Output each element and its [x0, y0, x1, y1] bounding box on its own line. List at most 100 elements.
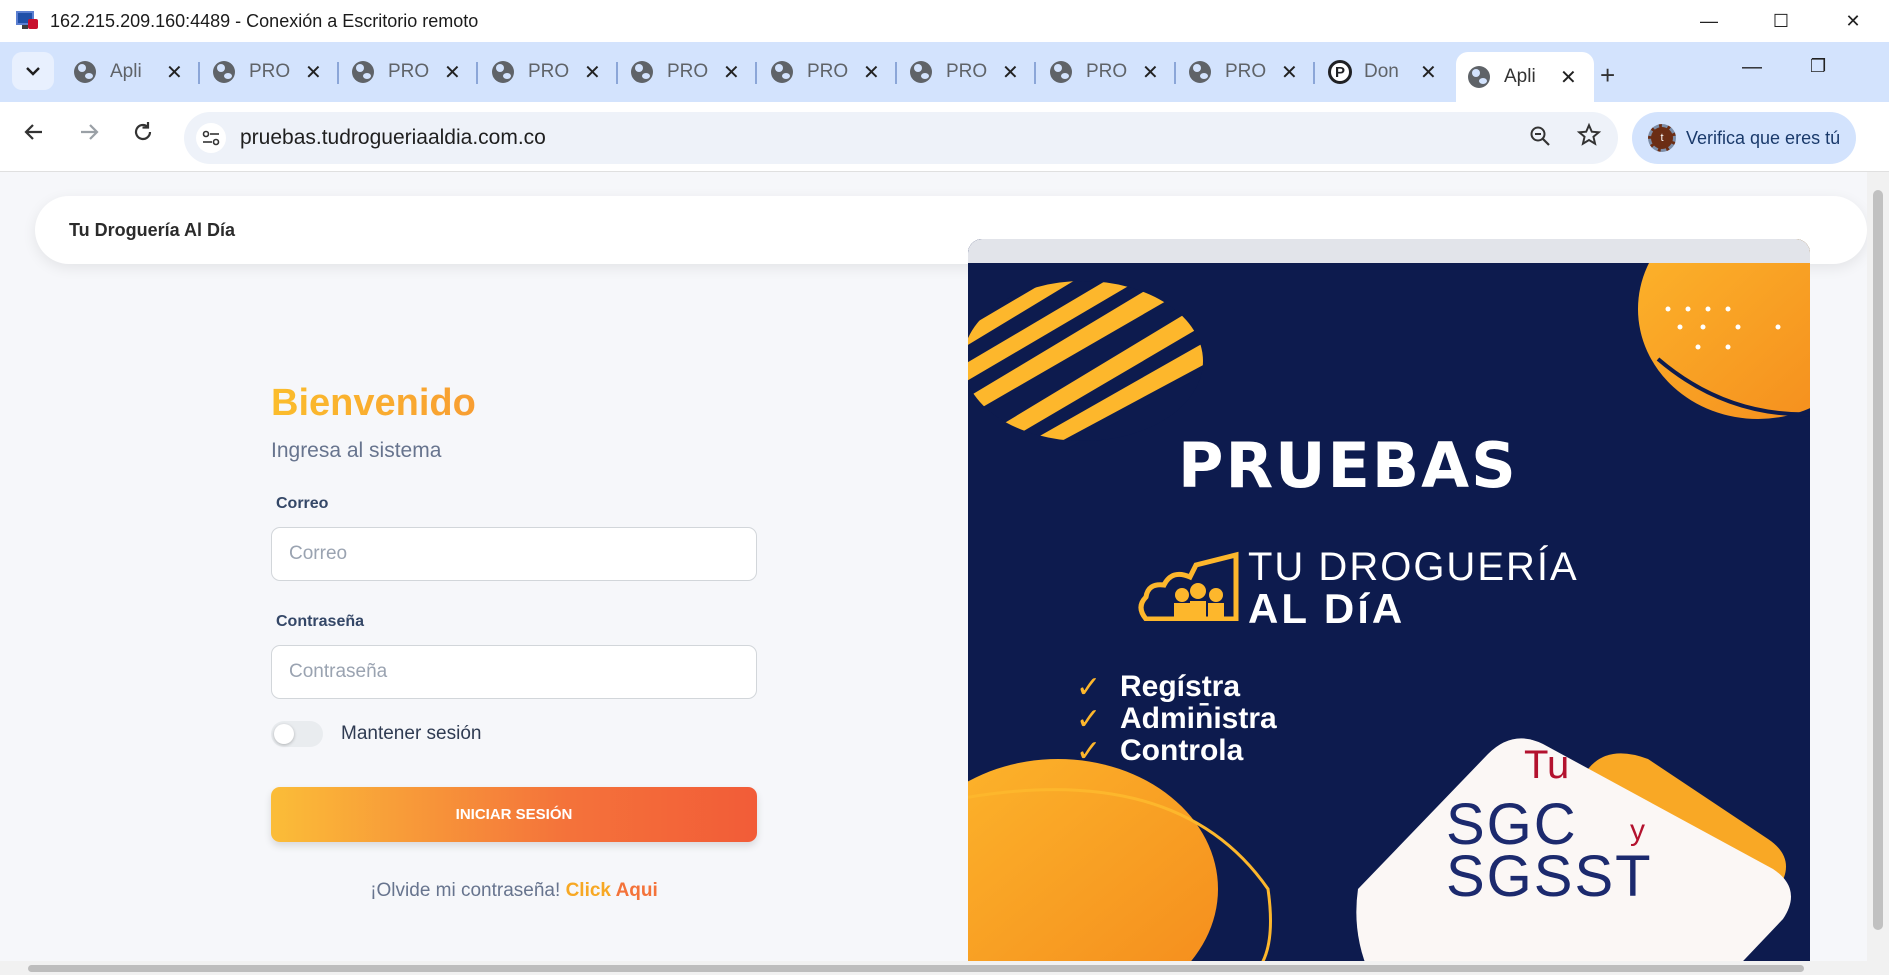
bookmark-star-icon[interactable] — [1576, 122, 1602, 155]
browser-tab-strip: Apli ✕ PRO ✕ PRO ✕ PRO ✕ PRO ✕ PRO ✕ PRO… — [0, 42, 1889, 102]
rdp-close-button[interactable]: ✕ — [1817, 0, 1889, 42]
promo-bullet: Admin̄istra — [1120, 702, 1277, 735]
url-text[interactable]: pruebas.tudrogueriaaldia.com.co — [240, 126, 546, 150]
rdp-minimize-button[interactable]: — — [1673, 0, 1745, 42]
tab-title: PRO — [249, 61, 291, 82]
promo-bullet: Controla — [1120, 734, 1244, 767]
globe-icon — [492, 61, 514, 83]
email-field[interactable] — [271, 527, 757, 581]
tab-close-icon[interactable]: ✕ — [1560, 65, 1577, 90]
promo-logo-icon — [1136, 547, 1240, 626]
vertical-scrollbar-thumb[interactable] — [1873, 190, 1883, 930]
site-settings-icon[interactable] — [196, 123, 226, 153]
keep-session-label: Mantener sesión — [341, 723, 482, 744]
globe-icon — [213, 61, 235, 83]
browser-tab[interactable]: PRO ✕ — [898, 52, 1036, 92]
check-icon: ✓ — [1076, 702, 1102, 736]
password-field[interactable] — [271, 645, 757, 699]
browser-tab[interactable]: PRO ✕ — [619, 52, 757, 92]
tab-close-icon[interactable]: ✕ — [166, 60, 183, 85]
tab-title: Apli — [110, 61, 142, 82]
tab-title: PRO — [528, 61, 570, 82]
tab-close-icon[interactable]: ✕ — [444, 60, 461, 85]
browser-tab[interactable]: P Don ✕ — [1316, 52, 1454, 92]
restore-button[interactable]: ❐ — [1810, 56, 1826, 77]
forgot-password-row: ¡Olvide mi contraseña! Click Aqui — [271, 880, 757, 902]
browser-tab[interactable]: PRO ✕ — [480, 52, 618, 92]
tab-title: Apli — [1504, 66, 1536, 87]
browser-tab[interactable]: PRO ✕ — [1177, 52, 1315, 92]
horizontal-scrollbar[interactable] — [0, 961, 1867, 975]
tab-title: PRO — [946, 61, 988, 82]
keep-session-row: Mantener sesión — [271, 721, 757, 747]
p-logo-icon: P — [1328, 60, 1352, 84]
promo-headline: PRUEBAS — [1178, 429, 1518, 502]
arrow-right-icon — [81, 124, 99, 140]
browser-tab[interactable]: PRO ✕ — [340, 52, 478, 92]
browser-tab[interactable]: PRO ✕ — [759, 52, 897, 92]
reload-icon — [134, 122, 152, 141]
address-bar[interactable]: pruebas.tudrogueriaaldia.com.co — [184, 112, 1618, 164]
vertical-scrollbar[interactable] — [1867, 172, 1889, 975]
minimize-button[interactable]: — — [1742, 56, 1762, 79]
globe-icon — [74, 61, 96, 83]
tab-close-icon[interactable]: ✕ — [863, 60, 880, 85]
tab-close-icon[interactable]: ✕ — [1142, 60, 1159, 85]
promo-logo-line1: TU DROGUERÍA — [1248, 545, 1579, 589]
rdp-window-title: 162.215.209.160:4489 - Conexión a Escrit… — [50, 10, 479, 31]
back-button[interactable] — [22, 120, 46, 151]
browser-tab[interactable]: PRO ✕ — [1038, 52, 1176, 92]
globe-icon — [1468, 66, 1490, 88]
tab-title: PRO — [1225, 61, 1267, 82]
globe-icon — [352, 61, 374, 83]
login-title: Bienvenido — [271, 382, 757, 425]
badge-small-text: Tu — [1524, 743, 1570, 787]
globe-icon — [910, 61, 932, 83]
web-page: Tu Droguería Al Día Bienvenido Ingresa a… — [0, 172, 1889, 975]
header-overlay — [35, 196, 1867, 264]
tab-title: Don — [1364, 61, 1399, 82]
promo-image: PRUEBAS TU DROGUERÍA AL DíA ✓ Regístra ✓… — [968, 239, 1810, 975]
globe-icon — [631, 61, 653, 83]
login-form: Bienvenido Ingresa al sistema Correo Con… — [271, 382, 757, 902]
tab-close-icon[interactable]: ✕ — [1420, 60, 1437, 85]
browser-tab[interactable]: Apli ✕ — [62, 52, 200, 92]
tab-title: PRO — [388, 61, 430, 82]
tab-close-icon[interactable]: ✕ — [723, 60, 740, 85]
new-tab-button[interactable]: + — [1600, 60, 1615, 91]
chevron-down-icon — [26, 67, 40, 76]
forgot-password-text: ¡Olvide mi contraseña! — [370, 880, 561, 901]
forgot-password-link[interactable]: Click Aqui — [566, 880, 658, 901]
tab-close-icon[interactable]: ✕ — [584, 60, 601, 85]
keep-session-toggle[interactable] — [271, 721, 323, 747]
promo-bullet: Regístra — [1120, 670, 1241, 703]
remote-desktop-icon — [16, 10, 38, 32]
tab-title: PRO — [807, 61, 849, 82]
globe-icon — [1189, 61, 1211, 83]
password-label: Contraseña — [276, 613, 365, 630]
globe-icon — [1050, 61, 1072, 83]
profile-verify-label: Verifica que eres tú — [1686, 127, 1841, 148]
tab-close-icon[interactable]: ✕ — [1281, 60, 1298, 85]
check-icon: ✓ — [1076, 734, 1102, 768]
tab-close-icon[interactable]: ✕ — [1002, 60, 1019, 85]
promo-logo-line2: AL DíA — [1248, 585, 1406, 632]
horizontal-scrollbar-thumb[interactable] — [28, 965, 1804, 972]
profile-verify-button[interactable]: t Verifica que eres tú — [1632, 112, 1856, 164]
promo-bullets: ✓ Regístra ✓ Admin̄istra ✓ Controla — [1076, 670, 1277, 768]
rdp-maximize-button[interactable]: ☐ — [1745, 0, 1817, 42]
sign-in-button[interactable]: INICIAR SESIÓN — [271, 787, 757, 842]
zoom-icon[interactable] — [1528, 124, 1552, 154]
browser-toolbar: pruebas.tudrogueriaaldia.com.co t Verifi… — [0, 102, 1889, 172]
tab-title: PRO — [667, 61, 709, 82]
rdp-title-bar: 162.215.209.160:4489 - Conexión a Escrit… — [0, 0, 1889, 42]
reload-button[interactable] — [131, 120, 155, 151]
email-label: Correo — [276, 495, 329, 512]
forward-button[interactable] — [77, 120, 101, 151]
tab-search-button[interactable] — [12, 52, 54, 90]
badge-line2: SGSST — [1446, 844, 1653, 909]
globe-icon — [771, 61, 793, 83]
tab-close-icon[interactable]: ✕ — [305, 60, 322, 85]
browser-tab[interactable]: PRO ✕ — [201, 52, 339, 92]
browser-tab-active[interactable]: Apli ✕ — [1456, 52, 1594, 102]
